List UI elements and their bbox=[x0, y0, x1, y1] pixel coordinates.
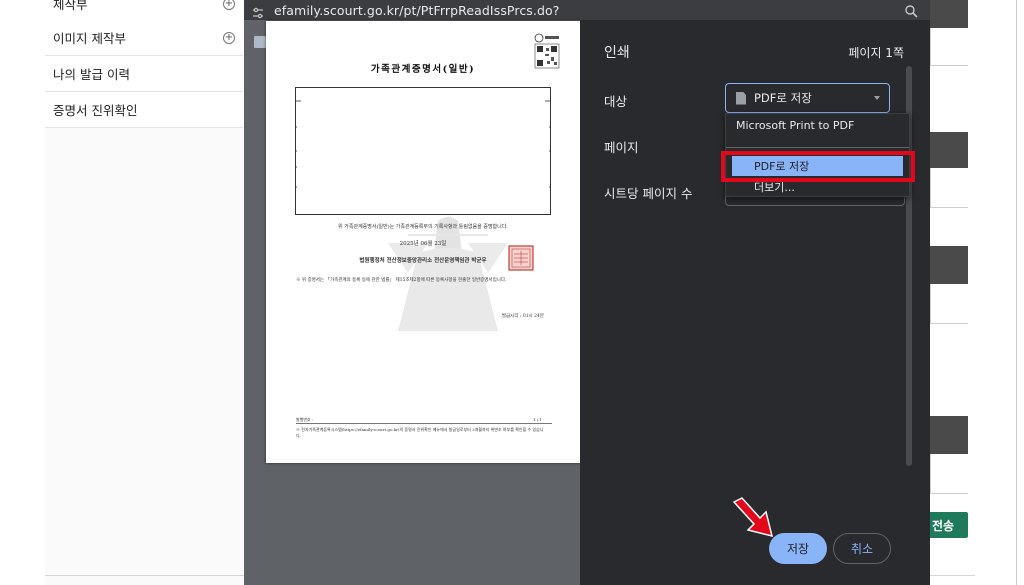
chevron-down-icon bbox=[874, 96, 880, 100]
print-dialog: efamily.scourt.go.kr/pt/PtFrrpReadIssPrc… bbox=[244, 0, 930, 585]
bg-menu-item-history[interactable]: 나의 발급 이력 bbox=[45, 56, 243, 92]
destination-select[interactable]: PDF로 저장 bbox=[725, 83, 890, 113]
bg-menu-item-verify[interactable]: 증명서 진위확인 bbox=[45, 92, 243, 128]
document-table-lines bbox=[295, 100, 551, 188]
pages-per-sheet-label: 시트당 페이지 수 bbox=[604, 186, 693, 201]
dropdown-option-microsoft-print[interactable]: Microsoft Print to PDF bbox=[726, 115, 909, 135]
pdf-file-icon bbox=[736, 91, 746, 105]
print-preview-area: 가족관계증명서(일반) 위 가족관계증명서(일반)는 가족관계등록부의 기록사항… bbox=[244, 20, 580, 585]
bg-right-cell bbox=[930, 284, 968, 324]
red-arrow-icon bbox=[732, 497, 774, 538]
cancel-button[interactable]: 취소 bbox=[833, 533, 891, 564]
bg-menu-label: 제작부 bbox=[53, 0, 88, 12]
document-note: ※ 위 증명서는 「가족관계의 등록 등에 관한 법률」 제15조제2항에 따른… bbox=[296, 278, 507, 283]
bg-right-header bbox=[930, 0, 968, 28]
bg-menu-label: 나의 발급 이력 bbox=[53, 67, 130, 82]
bg-right-cell bbox=[930, 28, 968, 66]
divider bbox=[1016, 0, 1017, 585]
bg-right-cell bbox=[930, 454, 968, 494]
preview-page: 가족관계증명서(일반) 위 가족관계증명서(일반)는 가족관계등록부의 기록사항… bbox=[266, 21, 580, 463]
plus-icon[interactable]: + bbox=[223, 0, 235, 10]
printer-icon bbox=[254, 36, 266, 48]
bg-menu-item-production[interactable]: 제작부 + bbox=[45, 0, 243, 22]
document-page-number: 1 / 1 bbox=[533, 417, 542, 422]
url-text[interactable]: efamily.scourt.go.kr/pt/PtFrrpReadIssPrc… bbox=[274, 3, 560, 18]
bg-menu-item-image[interactable]: 이미지 제작부 + bbox=[45, 20, 243, 56]
destination-label: 대상 bbox=[604, 94, 628, 109]
bg-right-cell bbox=[930, 168, 968, 208]
document-footer-note: ※ 전자가족관계등록시스템(https://efamily.scourt.go.… bbox=[296, 427, 544, 438]
document-issue-time: 발급시각 : 01시 24분 bbox=[501, 314, 544, 319]
site-settings-icon[interactable] bbox=[252, 4, 264, 19]
plus-icon[interactable]: + bbox=[223, 31, 235, 44]
zoom-icon[interactable] bbox=[904, 3, 918, 18]
print-title: 인쇄 bbox=[604, 45, 630, 61]
pages-label: 페이지 bbox=[604, 140, 639, 155]
divider bbox=[726, 147, 909, 148]
url-bar: efamily.scourt.go.kr/pt/PtFrrpReadIssPrc… bbox=[244, 0, 930, 20]
highlight-annotation-box bbox=[721, 151, 915, 182]
document-title: 가족관계증명서(일반) bbox=[370, 64, 476, 75]
bg-right-header bbox=[930, 416, 968, 454]
bg-menu-label: 이미지 제작부 bbox=[53, 31, 126, 46]
page-count: 페이지 1쪽 bbox=[848, 46, 904, 60]
divider bbox=[296, 423, 552, 424]
bg-menu-label: 증명서 진위확인 bbox=[53, 103, 138, 118]
save-button[interactable]: 저장 bbox=[769, 533, 827, 564]
bg-right-header bbox=[930, 246, 968, 284]
destination-value: PDF로 저장 bbox=[754, 91, 812, 105]
document-statement: 위 가족관계증명서(일반)는 가족관계등록부의 기록사항과 틀림없음을 증명합니… bbox=[338, 224, 508, 230]
bg-right-header bbox=[930, 132, 968, 168]
official-seal-icon bbox=[508, 245, 534, 271]
